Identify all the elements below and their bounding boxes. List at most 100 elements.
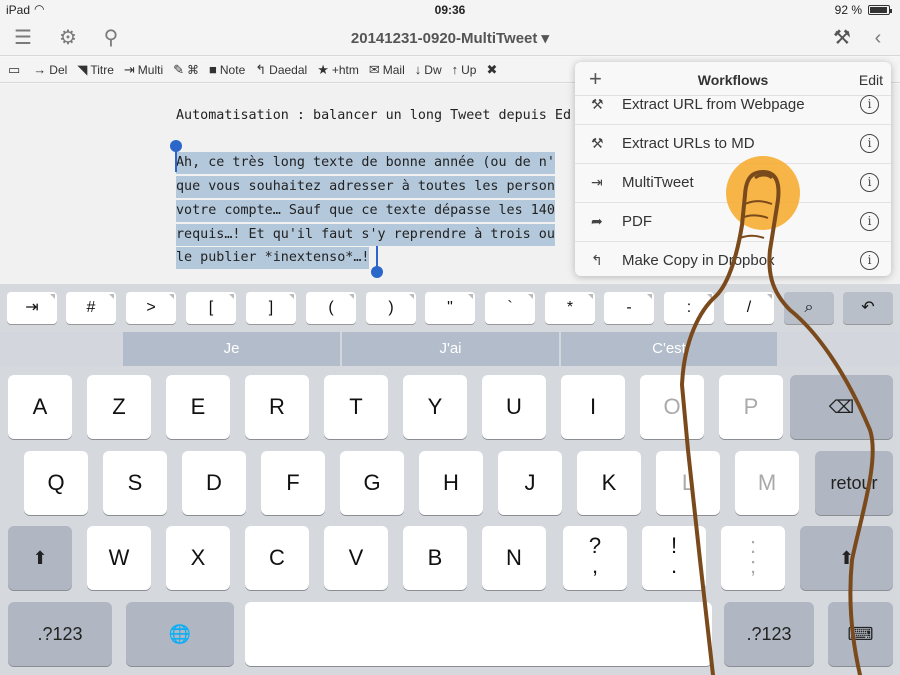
edit-icon: ✎ [173, 61, 185, 77]
key-k[interactable]: K [577, 451, 641, 515]
toolbar-item[interactable]: ✎ ⌘ [173, 62, 199, 78]
hide-keyboard-key[interactable]: ⌨ [828, 602, 893, 666]
key-j[interactable]: J [498, 451, 562, 515]
extra-key[interactable]: ( [306, 292, 356, 324]
workflows-popover: + Workflows Edit ⚒ Extract URL from Webpa… [575, 62, 891, 276]
key-h[interactable]: H [419, 451, 483, 515]
workflow-label: Extract URL from Webpage [622, 96, 805, 113]
info-icon[interactable]: i [860, 251, 879, 270]
punctuation-key[interactable]: !. [642, 526, 706, 590]
key-g[interactable]: G [340, 451, 404, 515]
extra-key[interactable]: - [604, 292, 654, 324]
key-v[interactable]: V [324, 526, 388, 590]
key-x[interactable]: X [166, 526, 230, 590]
space-bar[interactable] [245, 602, 712, 666]
info-icon[interactable]: i [860, 134, 879, 153]
numbers-key[interactable]: .?123 [8, 602, 112, 666]
workflow-row[interactable]: ⚒ Extract URLs to MD i [575, 125, 891, 164]
key-o[interactable]: O [640, 375, 704, 439]
key-a[interactable]: A [8, 375, 72, 439]
info-icon[interactable]: i [860, 212, 879, 231]
shift-key-right[interactable]: ⬆ [800, 526, 893, 590]
clock: 09:36 [434, 3, 466, 17]
toolbar-item[interactable]: ↓ Dw [415, 62, 442, 77]
return-key[interactable]: retour [815, 451, 893, 515]
suggestion-item[interactable]: J'ai [342, 332, 559, 366]
wrench-icon[interactable]: ⚒ [830, 26, 854, 50]
toolbar-item[interactable]: → Del [33, 62, 67, 77]
toolbar-item[interactable]: ■ Note [209, 62, 245, 77]
extra-key[interactable]: : [664, 292, 714, 324]
suggestion-item[interactable]: C'est [561, 332, 777, 366]
extra-key[interactable]: ↶ [843, 292, 893, 324]
extra-key[interactable]: ⌕ [784, 292, 834, 324]
key-f[interactable]: F [261, 451, 325, 515]
extra-key[interactable]: > [126, 292, 176, 324]
selected-line: que vous souhaitez adresser à toutes les… [176, 176, 555, 198]
key-glyph-bottom: . [670, 553, 678, 578]
toolbar-item[interactable]: ↰ Daedal [255, 62, 307, 78]
pin-icon: ★ [317, 61, 329, 77]
toolbar-item[interactable]: ◥ Titre [77, 62, 114, 78]
key-i[interactable]: I [561, 375, 625, 439]
key-t[interactable]: T [324, 375, 388, 439]
workflow-row[interactable]: ↰ Make Copy in Dropbox i [575, 242, 891, 276]
numbers-key-right[interactable]: .?123 [724, 602, 814, 666]
info-icon[interactable]: i [860, 173, 879, 192]
battery-percent: 92 % [834, 3, 862, 17]
extra-key[interactable]: * [545, 292, 595, 324]
shift-key[interactable]: ⬆ [8, 526, 72, 590]
extra-key[interactable]: ] [246, 292, 296, 324]
key-y[interactable]: Y [403, 375, 467, 439]
key-l[interactable]: L [656, 451, 720, 515]
punctuation-key[interactable]: ?, [563, 526, 627, 590]
toolbar-item[interactable]: ⇥ Multi [124, 62, 163, 78]
share-icon: ➦ [591, 213, 603, 229]
toolbar-item[interactable]: ✖ [486, 62, 500, 78]
punctuation-key[interactable]: :; [721, 526, 785, 590]
selection-end-handle[interactable] [371, 246, 383, 278]
document-title[interactable]: 20141231-0920-MultiTweet ▾ [0, 29, 900, 47]
extra-key[interactable]: # [66, 292, 116, 324]
arrow-circle-icon: → [33, 62, 47, 77]
key-d[interactable]: D [182, 451, 246, 515]
workflow-row[interactable]: ⚒ Extract URL from Webpage i [575, 86, 891, 125]
suggestion-item[interactable]: Je [123, 332, 340, 366]
toolbar-item-label: Multi [137, 62, 164, 77]
key-s[interactable]: S [103, 451, 167, 515]
workflow-row[interactable]: ⇥ MultiTweet i [575, 164, 891, 203]
globe-key[interactable]: 🌐 [126, 602, 234, 666]
key-u[interactable]: U [482, 375, 546, 439]
extra-key[interactable]: ⇥ [7, 292, 57, 324]
info-icon[interactable]: i [860, 95, 879, 114]
selected-line: le publier *inextenso*…! [176, 247, 370, 269]
key-r[interactable]: R [245, 375, 309, 439]
key-p[interactable]: P [719, 375, 783, 439]
extra-key[interactable]: / [724, 292, 774, 324]
selection-start-handle[interactable] [170, 140, 182, 172]
wrench-icon: ⚒ [591, 96, 604, 112]
workflow-label: Extract URLs to MD [622, 135, 755, 152]
key-m[interactable]: M [735, 451, 799, 515]
back-chevron-icon[interactable]: ‹ [866, 26, 890, 50]
extra-key[interactable]: " [425, 292, 475, 324]
toolbar-item[interactable]: ▭ [8, 62, 23, 78]
key-e[interactable]: E [166, 375, 230, 439]
key-c[interactable]: C [245, 526, 309, 590]
key-b[interactable]: B [403, 526, 467, 590]
workflow-row[interactable]: ➦ PDF i [575, 203, 891, 242]
toolbar-item[interactable]: ↑ Up [452, 62, 477, 77]
toolbar-item-label: +htm [331, 62, 359, 77]
extra-key[interactable]: [ [186, 292, 236, 324]
cross-icon: ✖ [486, 61, 498, 77]
toolbar-item[interactable]: ✉ Mail [369, 62, 405, 78]
extra-key[interactable]: ) [366, 292, 416, 324]
delete-key[interactable]: ⌫ [790, 375, 893, 439]
extra-key[interactable]: ` [485, 292, 535, 324]
key-z[interactable]: Z [87, 375, 151, 439]
toolbar-item[interactable]: ★ +htm [317, 62, 359, 78]
key-w[interactable]: W [87, 526, 151, 590]
key-q[interactable]: Q [24, 451, 88, 515]
key-n[interactable]: N [482, 526, 546, 590]
up-arrow-icon: ↑ [451, 62, 459, 77]
